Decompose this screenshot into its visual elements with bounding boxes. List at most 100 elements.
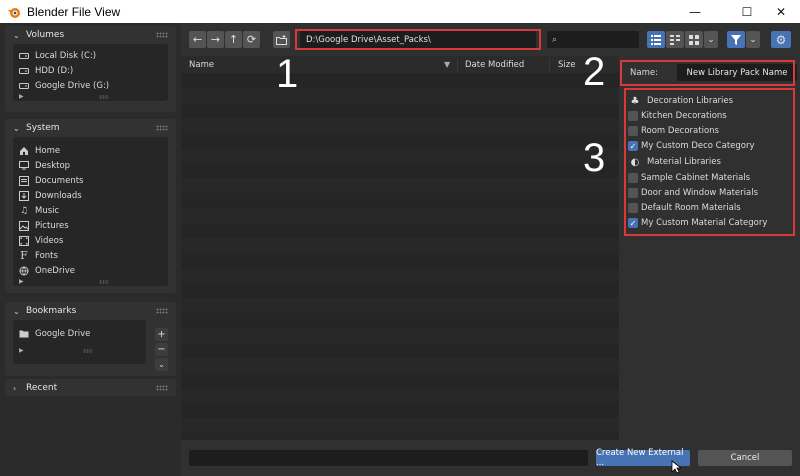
sidebar-item-label: Google Drive (G:)	[35, 80, 110, 91]
parent-directory-button[interactable]: ↑	[225, 31, 242, 48]
column-date-modified[interactable]: Date Modified	[465, 60, 524, 70]
list-view-icon	[651, 34, 661, 45]
sidebar-item-home[interactable]: Home	[13, 143, 168, 158]
bookmarks-header[interactable]: ⌄ Bookmarks	[5, 302, 176, 320]
gear-icon: ⚙	[775, 32, 787, 47]
volumes-header[interactable]: ⌄ Volumes	[5, 26, 176, 44]
back-button[interactable]: ←	[189, 31, 206, 48]
volumes-resize[interactable]: ▶	[13, 93, 168, 101]
music-icon: ♫	[19, 205, 29, 216]
system-resize[interactable]: ▶	[13, 278, 168, 286]
sidebar-item-fonts[interactable]: F Fonts	[13, 248, 168, 263]
desktop-icon	[18, 161, 30, 171]
sidebar-item-local-disk[interactable]: Local Disk (C:)	[13, 48, 168, 63]
drag-grip-icon[interactable]	[156, 125, 168, 131]
column-header-bar: Name ▼ Date Modified Size	[181, 56, 619, 73]
drag-grip-icon[interactable]	[156, 385, 168, 391]
mouse-cursor-icon	[671, 460, 681, 474]
refresh-button[interactable]: ⟳	[243, 31, 260, 48]
blender-logo-icon	[8, 7, 20, 18]
column-separator[interactable]	[457, 58, 458, 71]
column-separator[interactable]	[549, 58, 550, 71]
search-input[interactable]: ⌕	[547, 31, 639, 48]
filter-toggle-button[interactable]	[727, 31, 745, 48]
search-icon: ⌕	[552, 34, 558, 45]
filename-input[interactable]	[189, 450, 588, 466]
sidebar-item-label: Pictures	[35, 220, 69, 231]
annotation-box-categories	[624, 88, 795, 236]
home-icon	[18, 146, 30, 156]
sidebar-item-google-drive-bookmark[interactable]: Google Drive	[13, 326, 146, 341]
downloads-icon	[18, 190, 30, 201]
vertical-list-view-button[interactable]	[647, 31, 665, 48]
cancel-button[interactable]: Cancel	[698, 450, 792, 466]
sidebar-item-desktop[interactable]: Desktop	[13, 158, 168, 173]
horizontal-list-view-button[interactable]	[666, 31, 684, 48]
settings-button[interactable]: ⚙	[771, 31, 791, 48]
sidebar-item-label: Downloads	[35, 190, 82, 201]
remove-bookmark-button[interactable]: −	[155, 343, 168, 356]
sidebar-item-pictures[interactable]: Pictures	[13, 218, 168, 233]
filter-icon	[731, 34, 741, 45]
column-name[interactable]: Name	[189, 60, 214, 70]
bookmark-menu-button[interactable]: ⌄	[155, 358, 168, 371]
expand-triangle-icon: ▶	[19, 278, 24, 285]
drive-icon	[18, 81, 30, 91]
drive-icon	[18, 51, 30, 61]
close-button[interactable]: ✕	[766, 0, 796, 23]
sidebar-item-label: OneDrive	[35, 265, 75, 276]
forward-button[interactable]: →	[207, 31, 224, 48]
chevron-down-icon: ⌄	[707, 34, 715, 45]
documents-icon	[18, 175, 30, 186]
sidebar-item-music[interactable]: ♫ Music	[13, 203, 168, 218]
sidebar-item-google-drive-volume[interactable]: Google Drive (G:)	[13, 78, 168, 93]
bookmarks-list: Google Drive ▶	[13, 320, 146, 364]
recent-panel: › Recent	[5, 379, 176, 396]
sidebar-item-videos[interactable]: Videos	[13, 233, 168, 248]
new-folder-button[interactable]	[273, 31, 290, 48]
file-list[interactable]	[181, 73, 619, 463]
execute-bar: Create New External ... Cancel	[181, 440, 800, 476]
expand-triangle-icon: ▶	[19, 347, 24, 354]
sidebar-item-hdd[interactable]: HDD (D:)	[13, 63, 168, 78]
filter-options-dropdown[interactable]: ⌄	[746, 31, 760, 48]
bookmarks-resize[interactable]: ▶	[13, 347, 146, 355]
chevron-down-icon: ⌄	[13, 123, 20, 133]
file-browser: ← → ↑ ⟳ D:\Google Drive\Asset_Packs\ ⌕ ⌄…	[181, 23, 800, 476]
thumbnail-view-button[interactable]	[685, 31, 703, 48]
bookmarks-panel: ⌄ Bookmarks Google Drive ▶ + − ⌄	[5, 302, 176, 376]
sidebar-item-downloads[interactable]: Downloads	[13, 188, 168, 203]
pictures-icon	[18, 220, 30, 231]
fonts-icon: F	[20, 249, 28, 262]
add-bookmark-button[interactable]: +	[155, 328, 168, 341]
sidebar-item-documents[interactable]: Documents	[13, 173, 168, 188]
volumes-label: Volumes	[26, 30, 65, 40]
annotation-box-name	[620, 60, 795, 86]
videos-icon	[18, 235, 30, 246]
sidebar: ⌄ Volumes Local Disk (C:) HDD (D:) Googl…	[0, 23, 180, 476]
view-options-dropdown[interactable]: ⌄	[704, 31, 718, 48]
system-label: System	[26, 123, 60, 133]
column-size[interactable]: Size	[558, 60, 575, 70]
sort-arrow-icon[interactable]: ▼	[444, 60, 450, 69]
sidebar-item-label: Home	[35, 145, 61, 156]
drag-grip-icon[interactable]	[156, 32, 168, 38]
chevron-down-icon: ⌄	[13, 30, 20, 40]
window-title: Blender File View	[27, 4, 121, 19]
annotation-number-1: 1	[276, 52, 299, 96]
sidebar-item-label: Music	[35, 205, 60, 216]
system-header[interactable]: ⌄ System	[5, 119, 176, 137]
recent-header[interactable]: › Recent	[5, 379, 176, 397]
folder-icon	[18, 329, 30, 339]
chevron-right-icon: ›	[13, 383, 17, 393]
maximize-button[interactable]: ☐	[732, 0, 762, 23]
sidebar-item-onedrive[interactable]: OneDrive	[13, 263, 168, 278]
resize-grip-icon	[83, 349, 93, 353]
drag-grip-icon[interactable]	[156, 308, 168, 314]
sidebar-item-label: Fonts	[35, 250, 58, 261]
system-list: Home Desktop Documents Downloads ♫ Music…	[13, 137, 168, 286]
recent-label: Recent	[26, 383, 58, 393]
system-panel: ⌄ System Home Desktop Documents Download…	[5, 119, 176, 293]
sidebar-item-label: HDD (D:)	[35, 65, 74, 76]
minimize-button[interactable]: —	[680, 0, 710, 23]
